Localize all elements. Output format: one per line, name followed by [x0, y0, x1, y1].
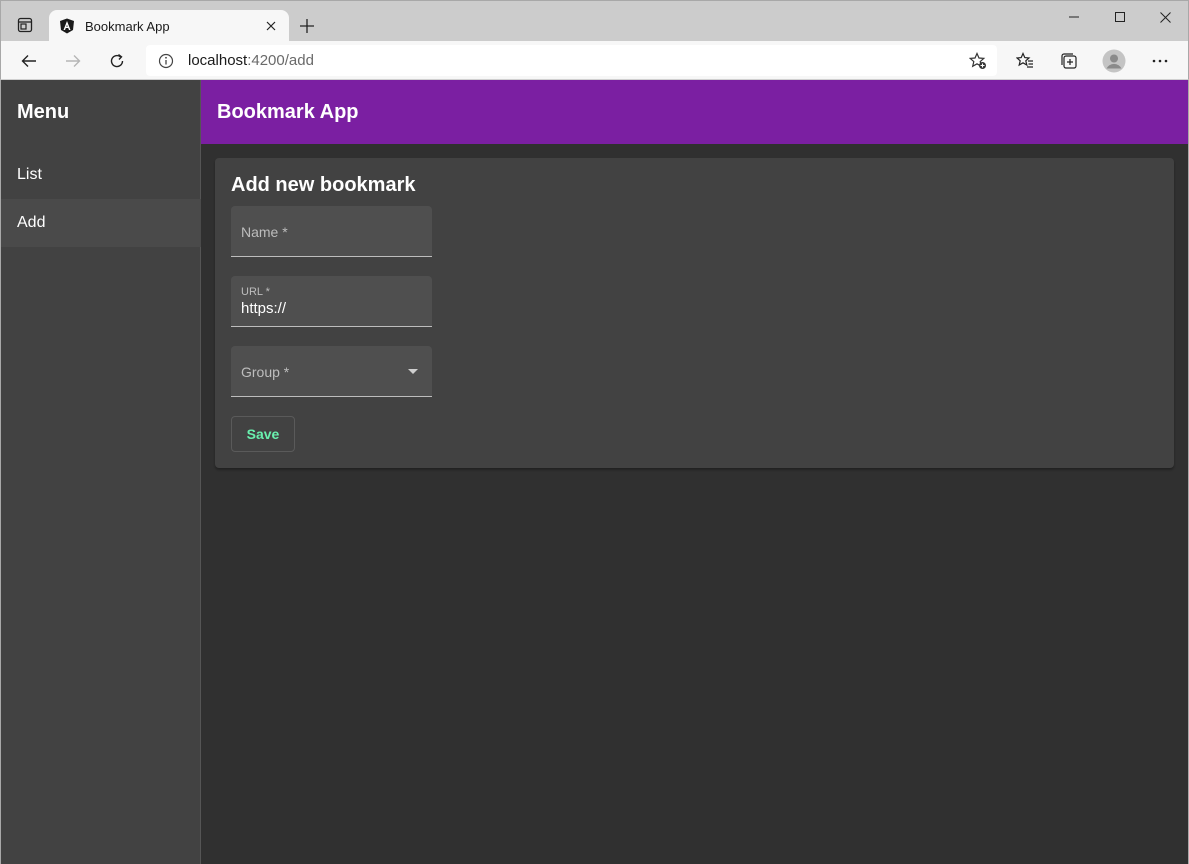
- side-nav: Menu List Add: [0, 80, 201, 864]
- collections-button[interactable]: [1053, 45, 1085, 77]
- favorites-button[interactable]: [1009, 45, 1041, 77]
- url-label: URL *: [241, 286, 270, 298]
- minimize-icon: [1069, 16, 1079, 18]
- more-button[interactable]: [1144, 45, 1176, 77]
- add-favorite-button[interactable]: [967, 50, 989, 72]
- window-close-icon: [1159, 11, 1171, 23]
- new-tab-button[interactable]: [295, 14, 319, 38]
- add-bookmark-card: Add new bookmark Name * URL * Group * Sa…: [215, 158, 1174, 468]
- app-title: Bookmark App: [217, 100, 359, 123]
- sidebar-item-add[interactable]: Add: [1, 199, 201, 247]
- url-path: :4200/add: [247, 52, 314, 69]
- address-bar[interactable]: localhost:4200/add: [146, 45, 997, 76]
- name-field[interactable]: Name *: [231, 206, 432, 257]
- url-field[interactable]: URL *: [231, 276, 432, 327]
- browser-tab[interactable]: Bookmark App: [49, 10, 289, 42]
- forward-icon: [66, 55, 81, 67]
- info-icon[interactable]: [158, 53, 174, 69]
- browser-tab-bar: Bookmark App: [0, 0, 1189, 42]
- sidebar-item-list[interactable]: List: [1, 151, 201, 199]
- favorites-icon: [1016, 52, 1033, 68]
- main-content: Add new bookmark Name * URL * Group * Sa…: [201, 144, 1189, 864]
- tab-close-button[interactable]: [263, 18, 279, 34]
- sidenav-title: Menu: [17, 101, 70, 123]
- plus-icon: [300, 19, 314, 33]
- back-button[interactable]: [13, 45, 45, 77]
- profile-button[interactable]: [1098, 45, 1130, 77]
- angular-icon: [60, 18, 74, 34]
- forward-button[interactable]: [57, 45, 89, 77]
- back-icon: [21, 55, 36, 67]
- name-input[interactable]: [241, 230, 421, 247]
- browser-toolbar: localhost:4200/add: [0, 41, 1189, 80]
- url-host: localhost: [188, 52, 248, 69]
- close-icon: [266, 21, 276, 31]
- group-select[interactable]: Group *: [231, 346, 432, 397]
- save-button[interactable]: Save: [231, 416, 295, 452]
- maximize-button[interactable]: [1097, 3, 1143, 31]
- profile-icon: [1102, 49, 1126, 73]
- window-close-button[interactable]: [1142, 3, 1188, 31]
- minimize-button[interactable]: [1051, 3, 1097, 31]
- collections-icon: [1061, 53, 1077, 69]
- maximize-icon: [1115, 12, 1125, 22]
- tab-title: Bookmark App: [85, 18, 170, 34]
- refresh-button[interactable]: [101, 45, 133, 77]
- refresh-icon: [110, 53, 124, 68]
- add-favorite-icon: [969, 52, 986, 69]
- url-input[interactable]: [241, 300, 421, 317]
- more-icon: [1152, 59, 1168, 63]
- tab-actions-button[interactable]: [11, 11, 39, 39]
- group-label: Group *: [241, 364, 290, 380]
- card-title: Add new bookmark: [231, 174, 416, 196]
- tab-actions-icon: [17, 17, 33, 33]
- chevron-down-icon: [408, 369, 418, 374]
- app-toolbar: Bookmark App: [201, 80, 1189, 144]
